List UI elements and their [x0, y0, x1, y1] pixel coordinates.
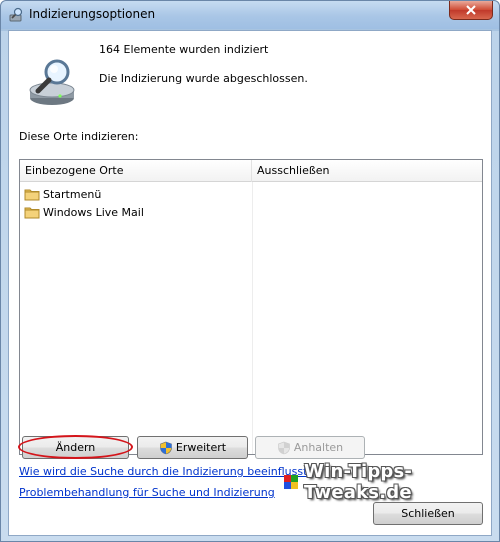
magnifier-drive-icon [29, 59, 75, 105]
uac-shield-icon [160, 441, 172, 454]
indexing-status-text: Die Indizierung wurde abgeschlossen. [99, 72, 308, 85]
dialog-client-area: 164 Elemente wurden indiziert Die Indizi… [8, 30, 492, 536]
advanced-button-label: Erweitert [175, 441, 227, 454]
indexing-options-window: Indizierungsoptionen 164 Elemente wurden… [0, 0, 500, 542]
locations-list[interactable]: Einbezogene Orte Ausschließen Startmenü … [19, 159, 483, 455]
list-item[interactable]: Startmenü [24, 185, 101, 203]
column-header-exclude[interactable]: Ausschließen [252, 160, 482, 182]
pause-button-label: Anhalten [293, 441, 344, 454]
title-bar[interactable]: Indizierungsoptionen [1, 1, 499, 29]
pause-button: Anhalten [255, 436, 365, 459]
column-divider [252, 182, 253, 454]
locations-label: Diese Orte indizieren: [19, 130, 139, 143]
watermark-text: Win-Tipps-Tweaks.de [304, 461, 413, 503]
window-title: Indizierungsoptionen [29, 7, 156, 21]
watermark: Win-Tipps-Tweaks.de [284, 461, 491, 503]
folder-icon [24, 189, 40, 201]
close-window-button[interactable] [449, 1, 493, 20]
location-name: Startmenü [43, 187, 102, 201]
uac-shield-icon [278, 441, 290, 454]
column-header-included[interactable]: Einbezogene Orte [20, 160, 252, 182]
troubleshoot-link[interactable]: Problembehandlung für Suche und Indizier… [19, 486, 275, 499]
search-influence-link[interactable]: Wie wird die Suche durch die Indizierung… [19, 465, 313, 478]
list-item[interactable]: Windows Live Mail [24, 203, 144, 221]
close-icon [466, 5, 476, 15]
list-header: Einbezogene Orte Ausschließen [20, 160, 482, 182]
close-button[interactable]: Schließen [373, 502, 483, 525]
change-button[interactable]: Ändern [22, 436, 129, 459]
folder-icon [24, 207, 40, 219]
indexing-options-icon [9, 7, 23, 22]
win-tipps-logo-icon [284, 474, 299, 490]
advanced-button[interactable]: Erweitert [137, 436, 248, 459]
location-name: Windows Live Mail [43, 205, 144, 219]
items-indexed-text: 164 Elemente wurden indiziert [99, 43, 269, 56]
